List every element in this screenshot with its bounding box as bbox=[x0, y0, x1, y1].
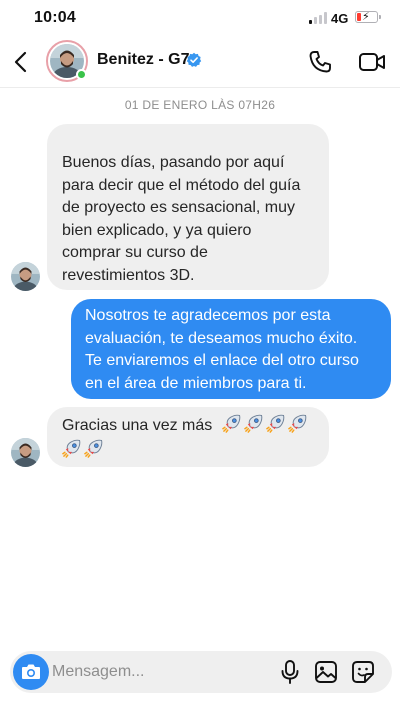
contact-name[interactable]: Benitez - G7 bbox=[97, 51, 189, 69]
message-line: Te enviaremos el enlace del otro curso bbox=[85, 352, 359, 369]
phone-icon bbox=[309, 51, 331, 73]
status-bar: 10:04 4G ⚡︎ bbox=[0, 0, 400, 36]
signal-strength-icon bbox=[309, 12, 327, 24]
message-line: evaluación, te deseamos mucho éxito. bbox=[85, 329, 358, 347]
sticker-button[interactable] bbox=[350, 659, 376, 685]
video-call-button[interactable] bbox=[357, 48, 387, 76]
battery-cap bbox=[379, 15, 381, 19]
network-type: 4G bbox=[331, 11, 349, 26]
microphone-icon bbox=[281, 660, 299, 684]
message-text: Gracias una vez más bbox=[62, 417, 213, 434]
rocket-emoji-row bbox=[217, 414, 307, 434]
message-composer bbox=[10, 651, 392, 693]
status-time: 10:04 bbox=[34, 9, 76, 26]
message-bubble-incoming[interactable]: Buenos días, pasando por aquí para decir… bbox=[47, 124, 329, 290]
sender-avatar[interactable] bbox=[11, 262, 40, 291]
rocket-emoji-icon bbox=[265, 414, 285, 433]
message-line: comprar su curso de bbox=[62, 244, 208, 261]
online-status-indicator bbox=[76, 69, 87, 80]
message-line: para decir que el método del guía bbox=[62, 176, 301, 194]
gallery-button[interactable] bbox=[313, 659, 339, 685]
gallery-icon bbox=[315, 661, 337, 683]
message-line: en el área de miembros para ti. bbox=[85, 374, 307, 392]
back-chevron-icon bbox=[14, 51, 27, 73]
sticker-icon bbox=[352, 661, 374, 683]
message-line: Nosotros te agradecemos por esta bbox=[85, 307, 331, 324]
message-line: revestimientos 3D. bbox=[62, 266, 195, 284]
message-line: de proyecto es sensacional, muy bbox=[62, 199, 296, 216]
message-input[interactable] bbox=[52, 660, 262, 684]
message-bubble-incoming[interactable]: Gracias una vez más bbox=[47, 407, 329, 467]
date-separator: 01 DE ENERO LÀS 07H26 bbox=[124, 98, 276, 112]
voice-message-button[interactable] bbox=[278, 659, 302, 685]
rocket-emoji-icon bbox=[287, 414, 307, 433]
rocket-emoji-icon bbox=[84, 439, 103, 458]
sender-avatar[interactable] bbox=[11, 438, 40, 467]
rocket-emoji-icon bbox=[221, 414, 241, 433]
back-button[interactable] bbox=[8, 48, 36, 76]
chat-header: Benitez - G7 bbox=[0, 36, 400, 88]
rocket-emoji-icon bbox=[62, 439, 81, 458]
battery-level bbox=[357, 13, 361, 21]
camera-button[interactable] bbox=[13, 654, 49, 690]
message-line: Buenos días, pasando por aquí bbox=[62, 154, 285, 171]
message-bubble-outgoing[interactable]: Nosotros te agradecemos por esta evaluac… bbox=[71, 299, 391, 399]
verified-badge-icon bbox=[186, 52, 202, 67]
rocket-emoji-icon bbox=[243, 414, 263, 433]
rocket-emoji-row bbox=[62, 439, 317, 463]
voice-call-button[interactable] bbox=[306, 48, 334, 76]
camera-icon bbox=[22, 664, 40, 679]
charging-bolt-icon: ⚡︎ bbox=[362, 11, 370, 23]
message-line: bien explicado, y ya quiero bbox=[62, 221, 252, 239]
video-camera-icon bbox=[359, 53, 385, 71]
battery-icon: ⚡︎ bbox=[355, 11, 378, 23]
